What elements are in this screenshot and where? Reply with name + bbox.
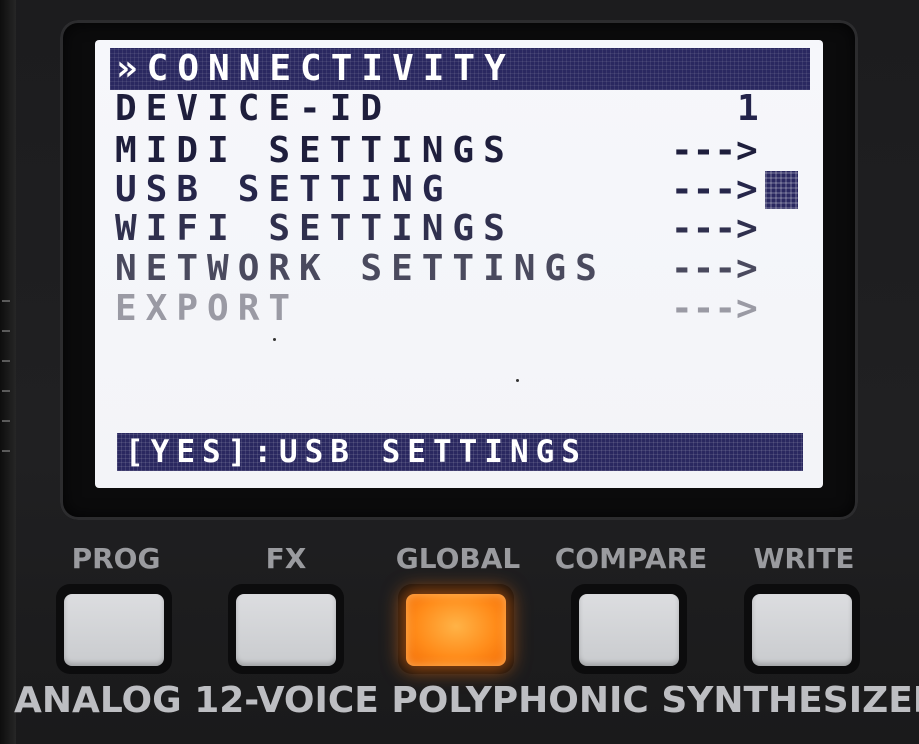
submenu-arrow: --->	[671, 130, 758, 171]
submenu-arrow: --->	[671, 248, 758, 289]
status-footer-bar: [YES]:USB SETTINGS	[117, 433, 803, 471]
menu-item-label: MIDI SETTINGS	[115, 130, 514, 171]
global-button[interactable]	[406, 594, 506, 666]
write-button[interactable]	[752, 594, 852, 666]
strip-tick	[2, 330, 10, 332]
lcd-display: »CONNECTIVITY DEVICE-ID 1 MIDI SETTINGS …	[95, 40, 823, 488]
menu-header-title: »CONNECTIVITY	[116, 48, 515, 89]
left-edge-slider-strip	[0, 0, 16, 744]
compare-button-well	[571, 584, 687, 674]
menu-item-label: NETWORK SETTINGS	[115, 248, 606, 289]
submenu-arrow: --->	[671, 169, 758, 210]
write-button-well	[744, 584, 860, 674]
strip-tick	[2, 420, 10, 422]
menu-item-label: DEVICE-ID	[115, 88, 392, 129]
lcd-dust-speck	[516, 379, 519, 382]
strip-tick	[2, 300, 10, 302]
synth-front-panel: »CONNECTIVITY DEVICE-ID 1 MIDI SETTINGS …	[0, 0, 919, 744]
submenu-arrow: --->	[671, 288, 758, 329]
model-name-printing: ANALOG 12-VOICE POLYPHONIC SYNTHESIZER	[14, 680, 919, 721]
menu-item-label: EXPORT	[115, 288, 300, 329]
lcd-dust-speck	[273, 338, 276, 341]
menu-header-bar: »CONNECTIVITY	[110, 48, 810, 90]
prog-button[interactable]	[64, 594, 164, 666]
global-button-label: GLOBAL	[395, 542, 521, 575]
prog-button-well	[56, 584, 172, 674]
device-id-value: 1	[737, 88, 759, 129]
strip-tick	[2, 450, 10, 452]
menu-item-label: WIFI SETTINGS	[115, 208, 514, 249]
fx-button-label: FX	[265, 542, 307, 575]
fx-button[interactable]	[236, 594, 336, 666]
strip-tick	[2, 390, 10, 392]
menu-item-label: USB SETTING	[115, 169, 453, 210]
fx-button-well	[228, 584, 344, 674]
strip-tick	[2, 360, 10, 362]
compare-button-label: COMPARE	[554, 542, 708, 575]
submenu-arrow: --->	[671, 208, 758, 249]
write-button-label: WRITE	[753, 542, 855, 575]
compare-button[interactable]	[579, 594, 679, 666]
global-button-well	[398, 584, 514, 674]
selection-cursor	[765, 171, 798, 209]
status-footer-text: [YES]:USB SETTINGS	[125, 434, 587, 470]
